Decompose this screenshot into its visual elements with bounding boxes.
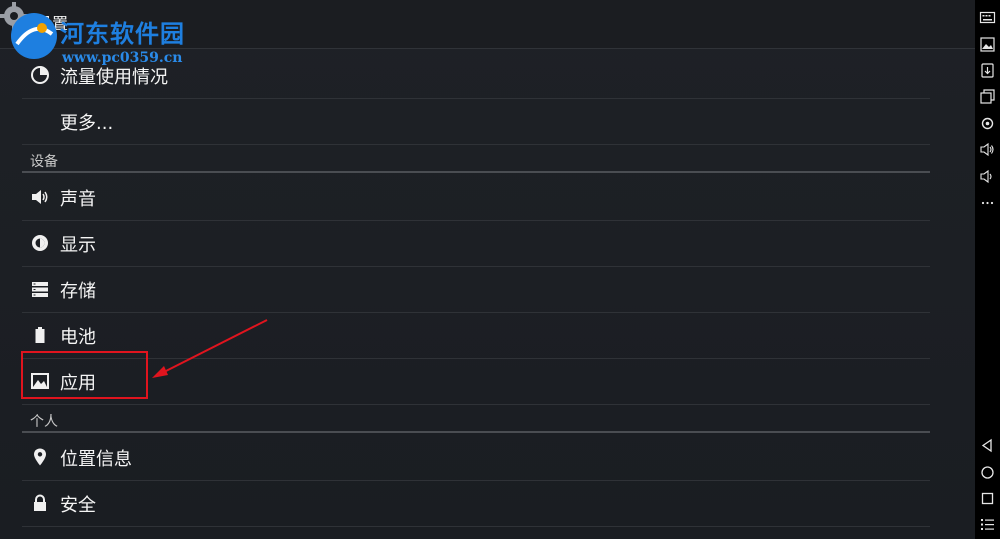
highlight-box bbox=[21, 351, 148, 399]
settings-item-label: 安全 bbox=[60, 495, 96, 516]
volume-down-icon[interactable] bbox=[979, 168, 996, 185]
settings-item-label: 更多... bbox=[60, 113, 114, 134]
settings-item-label: 声音 bbox=[60, 189, 96, 210]
pie-chart-icon bbox=[31, 66, 49, 84]
battery-icon bbox=[35, 327, 45, 343]
lock-icon bbox=[34, 494, 46, 511]
recent-apps-icon[interactable] bbox=[979, 490, 996, 507]
settings-item-label: 流量使用情况 bbox=[60, 67, 168, 88]
settings-item-label: 电池 bbox=[60, 327, 96, 348]
emulator-side-toolbar bbox=[975, 0, 1000, 539]
screenshot-icon[interactable] bbox=[979, 36, 996, 53]
settings-item-location[interactable]: 位置信息 bbox=[22, 434, 930, 481]
more-options-icon[interactable] bbox=[979, 194, 996, 211]
settings-item-display[interactable]: 显示 bbox=[22, 220, 930, 267]
menu-list-icon[interactable] bbox=[979, 516, 996, 533]
settings-gear-icon[interactable] bbox=[0, 0, 34, 40]
section-divider bbox=[22, 431, 930, 433]
settings-app: 设置 流量使用情况 更多... 设备 声音 显示 存储 电池 应用 个人 位置信… bbox=[0, 0, 975, 539]
action-bar: 设置 bbox=[0, 0, 975, 49]
install-apk-icon[interactable] bbox=[979, 62, 996, 79]
annotation-arrow bbox=[152, 319, 268, 378]
speaker-icon bbox=[32, 190, 48, 204]
section-divider bbox=[22, 171, 930, 173]
volume-up-icon[interactable] bbox=[979, 141, 996, 158]
settings-item-label: 存储 bbox=[60, 281, 96, 302]
settings-icon[interactable] bbox=[979, 115, 996, 132]
settings-item-sound[interactable]: 声音 bbox=[22, 174, 930, 221]
page-title: 设置 bbox=[36, 14, 69, 33]
settings-item-storage[interactable]: 存储 bbox=[22, 266, 930, 313]
settings-item-more[interactable]: 更多... bbox=[22, 98, 930, 145]
settings-item-label: 显示 bbox=[60, 235, 96, 256]
section-header-personal: 个人 bbox=[30, 414, 58, 430]
keyboard-icon[interactable] bbox=[979, 9, 996, 26]
settings-item-data-usage[interactable]: 流量使用情况 bbox=[22, 52, 930, 99]
brightness-icon bbox=[32, 235, 48, 251]
section-header-device: 设备 bbox=[30, 154, 58, 170]
back-icon[interactable] bbox=[979, 437, 996, 454]
multi-window-icon[interactable] bbox=[979, 88, 996, 105]
home-icon[interactable] bbox=[979, 464, 996, 481]
storage-icon bbox=[32, 282, 48, 297]
location-pin-icon bbox=[34, 448, 46, 466]
settings-item-security[interactable]: 安全 bbox=[22, 480, 930, 527]
settings-item-label: 位置信息 bbox=[60, 449, 132, 470]
